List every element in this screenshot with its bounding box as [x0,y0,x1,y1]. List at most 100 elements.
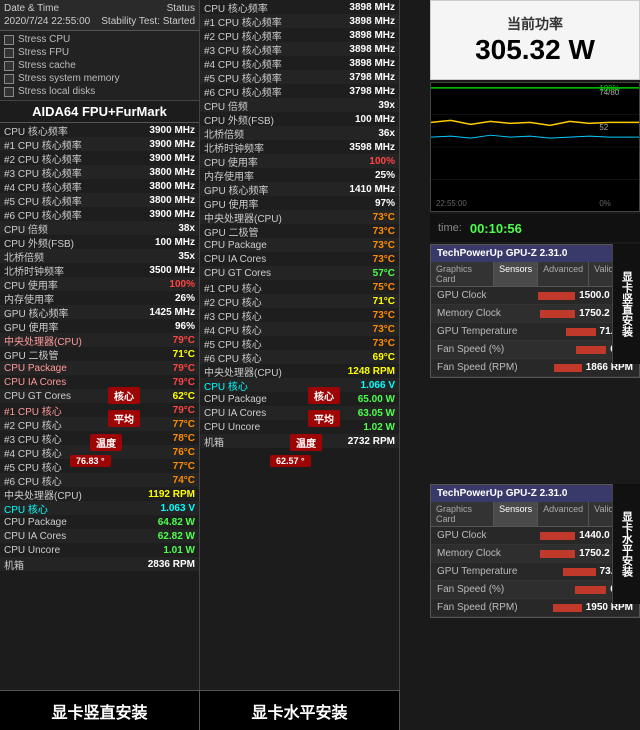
data-row: CPU 使用率100% [0,277,199,291]
gpuz-tab[interactable]: Advanced [538,262,589,286]
data-label: CPU IA Cores [204,254,266,265]
data-row: #5 CPU 核心频率3800 MHz [0,193,199,207]
checkbox-stress-cpu[interactable]: Stress CPU [4,33,195,46]
checkbox-box-fpu[interactable] [4,48,14,58]
data-value: 2732 RPM [348,436,395,447]
data-row: 中央处理器(CPU)1248 RPM [200,364,399,378]
data-label: CPU 外频(FSB) [204,112,274,127]
data-value: 1.063 V [161,503,195,514]
data-label: 北桥时钟频率 [204,140,264,155]
bottom-label-vertical: 显卡竖直安装 [0,690,200,730]
data-row: CPU 外频(FSB)100 MHz [200,112,399,126]
data-value: 79°C [173,377,195,388]
data-row: #6 CPU 核心频率3798 MHz [200,84,399,98]
gpuz-key: GPU Temperature [437,326,517,337]
data-value: 63.05 W [358,408,395,419]
data-value: 3900 MHz [149,125,195,136]
gpuz-tab[interactable]: Sensors [494,262,538,286]
data-label: CPU 核心 [4,501,48,516]
checkbox-stress-cache[interactable]: Stress cache [4,59,195,72]
svg-text:52: 52 [599,123,608,132]
gpuz-tabs[interactable]: Graphics CardSensorsAdvancedValidation [431,262,639,287]
checkbox-box-memory[interactable] [4,74,14,84]
data-value: 100% [169,279,195,290]
checkbox-box-disks[interactable] [4,87,14,97]
svg-text:22:55:00: 22:55:00 [436,199,467,208]
data-row: CPU 核心频率 3900 MHz [0,123,199,137]
data-label: #5 CPU 核心频率 [4,193,82,208]
side-label-vertical-text: 显卡竖直安装 [619,271,635,337]
data-label: CPU IA Cores [4,531,66,542]
data-value: 25% [375,170,395,181]
gpuz-row: Fan Speed (RPM)1866 RPM [431,359,639,377]
data-label: CPU GT Cores [4,391,71,402]
data-row: CPU GT Cores62°C [0,389,199,403]
data-value: 73°C [373,338,395,349]
data-row: 内存使用率25% [200,168,399,182]
data-label: CPU Package [4,517,67,528]
checkbox-stress-disks[interactable]: Stress local disks [4,85,195,98]
gpuz-header: TechPowerUp GPU-Z 2.31.0 [431,245,639,262]
data-label: #2 CPU 核心频率 [4,151,82,166]
gpuz-bar [566,328,596,336]
data-value: 79°C [173,363,195,374]
data-label: #3 CPU 核心 [4,431,62,446]
gpuz-tab[interactable]: Advanced [538,502,589,526]
data-label: CPU 核心频率 [4,123,68,138]
right-overlay-core: 核心 [308,387,340,404]
checkbox-stress-memory[interactable]: Stress system memory [4,72,195,85]
gpuz-tab[interactable]: Graphics Card [431,262,494,286]
data-row: 北桥时钟频率3500 MHz [0,263,199,277]
checkbox-label-cpu: Stress CPU [18,34,70,45]
checkbox-box-cache[interactable] [4,61,14,71]
data-label: #1 CPU 核心 [204,280,262,295]
data-row: CPU 倍频 39x [200,98,399,112]
data-value: 3900 MHz [149,209,195,220]
power-display: 当前功率 305.32 W [430,0,640,80]
data-label: #1 CPU 核心频率 [4,137,82,152]
gpuz-row: GPU Temperature73.0 °C [431,563,639,581]
data-row: CPU IA Cores79°C [0,375,199,389]
checkbox-stress-fpu[interactable]: Stress FPU [4,46,195,59]
data-value: 1.01 W [163,545,195,556]
data-value: 64.82 W [158,517,195,528]
data-label: CPU 倍频 [204,98,248,113]
checkbox-box-cpu[interactable] [4,35,14,45]
gpuz-tabs[interactable]: Graphics CardSensorsAdvancedValidation [431,502,639,527]
gpuz-tab[interactable]: Graphics Card [431,502,494,526]
gpuz-row: GPU Clock1440.0 MHz [431,527,639,545]
data-row: GPU 二极管71°C [0,347,199,361]
data-value: 39x [378,100,395,111]
power-label: 当前功率 [507,14,563,34]
data-label: CPU 外频(FSB) [4,235,74,250]
data-value: 73°C [373,240,395,251]
data-value: 77°C [173,419,195,430]
data-row: CPU IA Cores63.05 W [200,406,399,420]
data-row: #1 CPU 核心75°C [200,280,399,294]
svg-text:0%: 0% [599,199,610,208]
data-row: #6 CPU 核心74°C [0,473,199,487]
data-value: 1.066 V [361,380,395,391]
data-value: 3898 MHz [349,16,395,27]
data-label: #1 CPU 核心频率 [204,14,282,29]
data-row: CPU 使用率100% [200,154,399,168]
checkbox-label-memory: Stress system memory [18,73,120,84]
data-label: #6 CPU 核心频率 [204,84,282,99]
data-row: CPU 核心 1.063 V [0,501,199,515]
aida-title: AIDA64 FPU+FurMark [0,101,199,123]
gpuz-tab[interactable]: Sensors [494,502,538,526]
right-overlay-temp-val: 62.57 ° [270,455,311,467]
side-label-vertical: 显卡竖直安装 [612,244,640,364]
left-data-panel: CPU 核心频率 3900 MHz #1 CPU 核心频率 3900 MHz #2 CP… [0,123,199,571]
gpuz-bar [563,568,596,576]
checkbox-label-disks: Stress local disks [18,86,95,97]
data-value: 3898 MHz [349,58,395,69]
data-row: 中央处理器(CPU)79°C [0,333,199,347]
data-value: 1248 RPM [348,366,395,377]
data-value: 73°C [373,212,395,223]
data-row: 北桥倍频35x [0,249,199,263]
gpuz-key: Fan Speed (RPM) [437,362,518,373]
data-value: 1410 MHz [349,184,395,195]
gpuz-panel-2: TechPowerUp GPU-Z 2.31.0Graphics CardSen… [430,484,640,618]
data-value: 35x [178,251,195,262]
